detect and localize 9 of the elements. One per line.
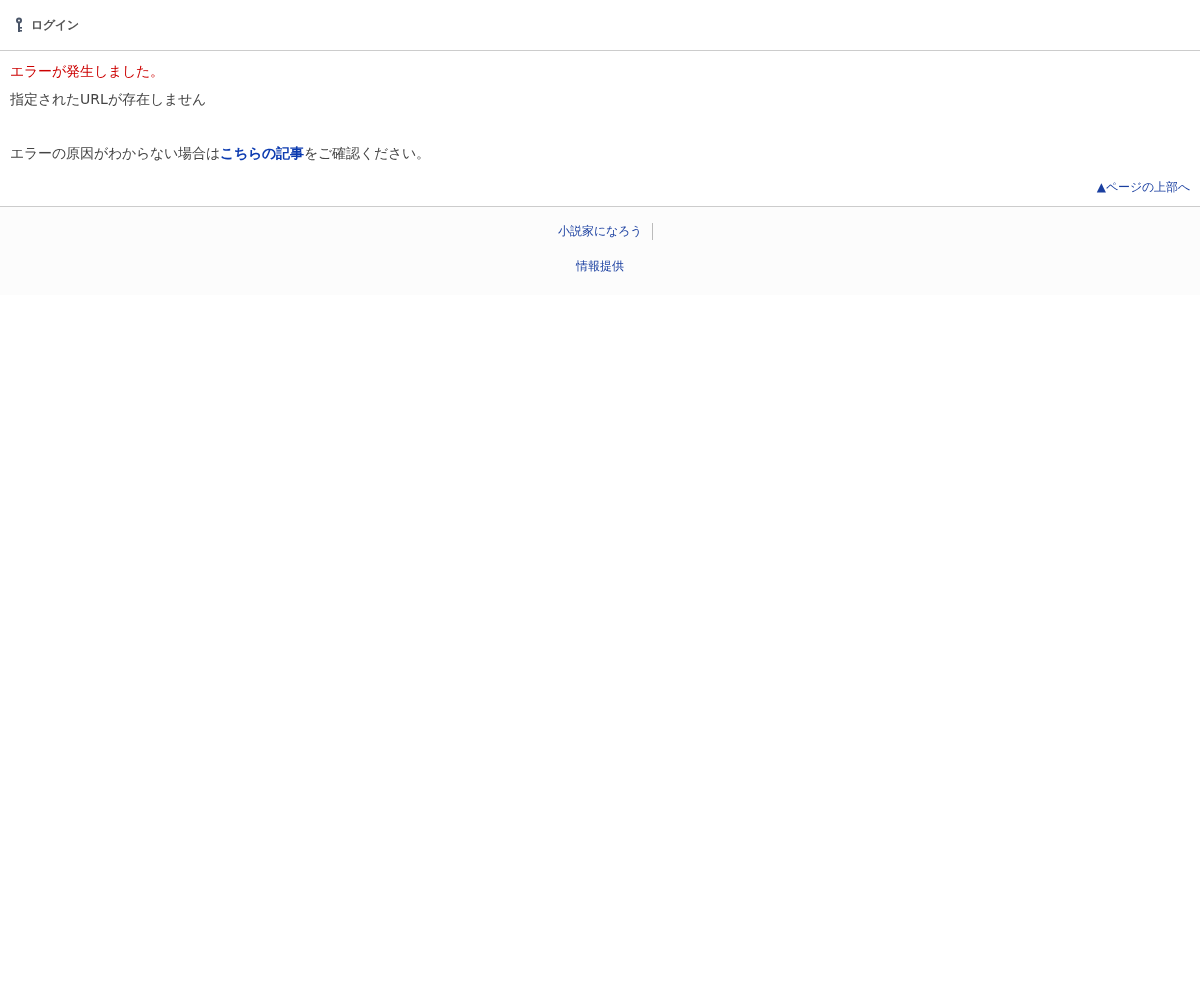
- key-icon: [15, 17, 23, 33]
- error-title: エラーが発生しました。: [10, 63, 165, 81]
- info-link[interactable]: 情報提供: [566, 258, 634, 275]
- login-link[interactable]: ログイン: [15, 16, 79, 34]
- article-link[interactable]: こちらの記事: [220, 145, 304, 161]
- error-message: 指定されたURLが存在しません: [10, 91, 207, 109]
- footer-link[interactable]: 小説家になろう: [547, 223, 653, 240]
- page-top-link[interactable]: ▲ページの上部へ: [1096, 179, 1190, 196]
- help-text: エラーの原因がわからない場合はこちらの記事をご確認ください。: [10, 145, 431, 163]
